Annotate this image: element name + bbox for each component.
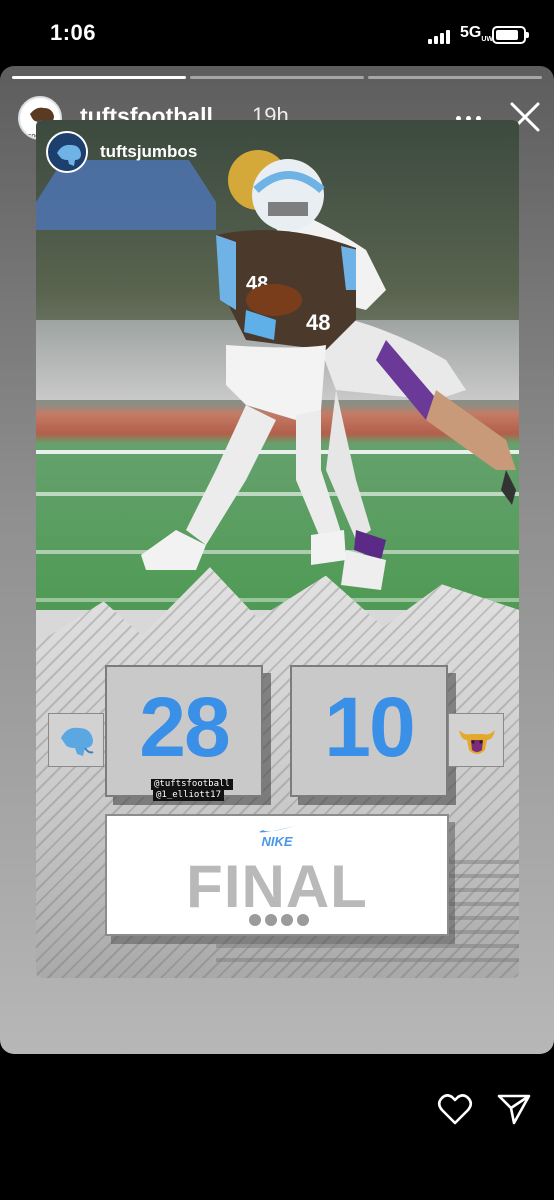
story-progress-bar [12, 76, 542, 80]
mention-username[interactable]: tuftsjumbos [100, 142, 197, 162]
heart-icon[interactable] [437, 1092, 473, 1126]
game-status: FINAL [186, 853, 368, 920]
game-photo: 48 48 [36, 120, 519, 610]
story-viewer[interactable]: FOOTBALL tuftsfootball 19h [0, 66, 554, 1054]
network-type: 5GUW [460, 24, 493, 43]
sponsor-label: NIKE [107, 824, 447, 849]
away-score-box: 10 [290, 665, 448, 797]
tag-player[interactable]: @1_elliott17 [153, 790, 225, 801]
sponsor-name: NIKE [261, 834, 293, 849]
ball-carrier-player: 48 48 [141, 159, 356, 570]
away-score: 10 [324, 680, 415, 774]
away-team-logo [448, 713, 504, 767]
battery-icon [492, 26, 529, 44]
home-team-logo [48, 713, 104, 767]
cellular-signal-icon [428, 28, 454, 44]
swoosh-icon [259, 826, 295, 833]
final-panel: NIKE FINAL [105, 814, 449, 936]
status-time: 1:06 [50, 20, 97, 45]
tag-tuftsfootball[interactable]: @tuftsfootball [151, 779, 233, 790]
story-actions-bar [0, 1054, 554, 1200]
home-score-box: 28 [105, 665, 263, 797]
progress-segment [190, 76, 364, 79]
network-label: 5G [460, 24, 482, 41]
status-bar: 1:06 5GUW [0, 0, 554, 66]
story-graphic: 48 48 28 @tuftsfootball @1_elliott17 10 … [36, 120, 519, 978]
progress-segment [12, 76, 186, 79]
bull-icon [459, 730, 495, 754]
jersey-number-front: 48 [306, 310, 330, 335]
jumbo-elephant-icon [61, 727, 94, 756]
send-icon[interactable] [496, 1092, 532, 1126]
home-score: 28 [139, 680, 230, 774]
progress-segment [368, 76, 542, 79]
decorative-dots [249, 914, 309, 926]
mention-avatar[interactable] [46, 131, 88, 173]
